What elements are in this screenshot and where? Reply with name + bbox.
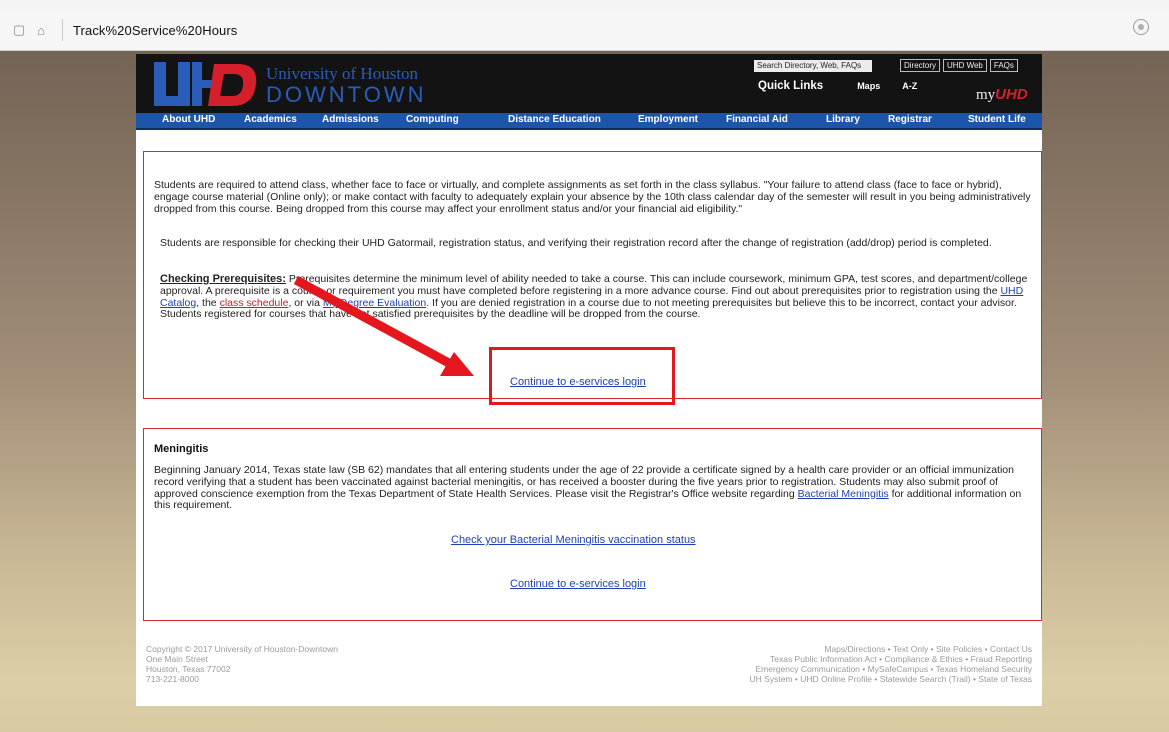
logo-line1: University of Houston bbox=[266, 64, 419, 83]
nav-library[interactable]: Library bbox=[826, 114, 860, 125]
prereq-text-2: , the bbox=[196, 296, 220, 309]
nav-about-uhd[interactable]: About UHD bbox=[162, 114, 215, 125]
attendance-paragraph: Students are required to attend class, w… bbox=[154, 179, 1031, 215]
reload-icon[interactable] bbox=[1133, 19, 1149, 35]
tab-icon[interactable]: ▢ bbox=[8, 19, 30, 41]
quick-links-label[interactable]: Quick Links bbox=[758, 80, 823, 92]
prereq-text-1: Prerequisites determine the minimum leve… bbox=[160, 273, 1028, 297]
nav-registrar[interactable]: Registrar bbox=[888, 114, 932, 125]
continue-eservices-link-2[interactable]: Continue to e-services login bbox=[510, 578, 646, 590]
university-name: University of Houston DOWNTOWN bbox=[266, 64, 426, 108]
class-schedule-link[interactable]: class schedule bbox=[220, 297, 289, 309]
meningitis-heading: Meningitis bbox=[154, 443, 209, 455]
az-link[interactable]: A-Z bbox=[902, 81, 917, 91]
address-text[interactable]: Track%20Service%20Hours bbox=[73, 23, 237, 38]
nav-academics[interactable]: Academics bbox=[244, 114, 297, 125]
search-input[interactable]: Search Directory, Web, FAQs bbox=[754, 60, 872, 72]
degree-evaluation-link[interactable]: My Degree Evaluation bbox=[323, 297, 426, 309]
prerequisites-paragraph: Checking Prerequisites: Prerequisites de… bbox=[160, 273, 1034, 321]
cutoff-text-strip bbox=[0, 0, 1169, 10]
nav-distance-education[interactable]: Distance Education bbox=[508, 114, 601, 125]
footer-links-row-2[interactable]: Texas Public Information Act • Complianc… bbox=[750, 654, 1032, 664]
uhd-web-link[interactable]: UHD Web bbox=[943, 59, 987, 72]
nav-financial-aid[interactable]: Financial Aid bbox=[726, 114, 788, 125]
maps-link[interactable]: Maps bbox=[857, 81, 880, 91]
annotation-highlight-box bbox=[489, 347, 675, 405]
footer-links-row-4[interactable]: UH System • UHD Online Profile • Statewi… bbox=[750, 674, 1032, 684]
address-separator bbox=[62, 19, 63, 41]
uhd-logo-icon[interactable] bbox=[154, 60, 262, 108]
gatormail-paragraph: Students are responsible for checking th… bbox=[160, 237, 992, 249]
footer-phone: 713-221-8000 bbox=[146, 674, 199, 684]
nav-employment[interactable]: Employment bbox=[638, 114, 698, 125]
footer-copyright: Copyright © 2017 University of Houston-D… bbox=[146, 644, 338, 654]
nav-student-life[interactable]: Student Life bbox=[968, 114, 1026, 125]
check-meningitis-status-link[interactable]: Check your Bacterial Meningitis vaccinat… bbox=[451, 534, 696, 546]
directory-link[interactable]: Directory bbox=[900, 59, 941, 72]
logo-line2: DOWNTOWN bbox=[266, 82, 427, 107]
my-uhd-prefix: my bbox=[976, 87, 996, 103]
main-nav: About UHD Academics Admissions Computing… bbox=[136, 113, 1042, 130]
footer-city: Houston, Texas 77002 bbox=[146, 664, 231, 674]
footer-links-row-3[interactable]: Emergency Communication • MySafeCampus •… bbox=[750, 664, 1033, 674]
footer-links: Maps/Directions • Text Only • Site Polic… bbox=[750, 644, 1032, 684]
quick-links-bar: Quick Links Maps A-Z bbox=[758, 80, 917, 92]
home-icon[interactable]: ⌂ bbox=[30, 19, 52, 41]
nav-computing[interactable]: Computing bbox=[406, 114, 459, 125]
faqs-link[interactable]: FAQs bbox=[989, 59, 1018, 72]
meningitis-box: Meningitis Beginning January 2014, Texas… bbox=[143, 428, 1042, 621]
prerequisites-heading: Checking Prerequisites: bbox=[160, 273, 286, 285]
uhd-page: University of Houston DOWNTOWN Search Di… bbox=[136, 54, 1042, 706]
top-links: Directory UHD Web FAQs bbox=[900, 59, 1018, 72]
footer-address: Copyright © 2017 University of Houston-D… bbox=[146, 644, 338, 684]
site-header: University of Houston DOWNTOWN Search Di… bbox=[136, 54, 1042, 113]
bacterial-meningitis-link[interactable]: Bacterial Meningitis bbox=[798, 488, 889, 500]
my-uhd-mark: UHD bbox=[995, 86, 1028, 103]
prereq-text-3: , or via bbox=[288, 296, 323, 309]
footer-street: One Main Street bbox=[146, 654, 208, 664]
my-uhd-link[interactable]: myUHD bbox=[976, 86, 1028, 104]
meningitis-paragraph: Beginning January 2014, Texas state law … bbox=[154, 464, 1034, 512]
footer-links-row-1[interactable]: Maps/Directions • Text Only • Site Polic… bbox=[750, 644, 1032, 654]
browser-address-bar: ▢ ⌂ Track%20Service%20Hours bbox=[0, 10, 1169, 51]
nav-admissions[interactable]: Admissions bbox=[322, 114, 379, 125]
